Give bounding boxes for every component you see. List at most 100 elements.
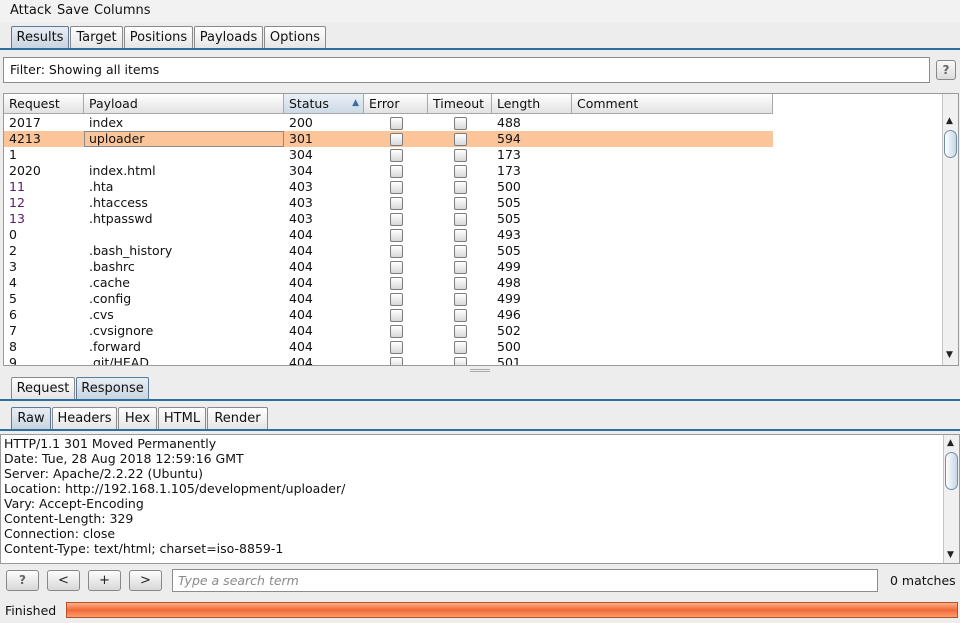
- table-scrollbar[interactable]: ▲ ▼: [942, 94, 958, 365]
- error-checkbox: [390, 213, 403, 226]
- table-scroll-thumb[interactable]: [944, 130, 957, 158]
- cell-request: 4213: [9, 131, 41, 146]
- cell-status: 301: [289, 131, 313, 146]
- response-line: Location: http://192.168.1.105/developme…: [4, 481, 346, 496]
- cell-payload: .bash_history: [89, 243, 173, 258]
- scroll-down-icon[interactable]: ▼: [946, 350, 953, 360]
- column-header-request[interactable]: Request: [4, 94, 84, 114]
- tab-payloads[interactable]: Payloads: [194, 26, 263, 49]
- cell-payload: index.html: [89, 163, 156, 178]
- error-checkbox: [390, 261, 403, 274]
- timeout-checkbox: [454, 213, 467, 226]
- error-checkbox: [390, 117, 403, 130]
- tab-results[interactable]: Results: [11, 26, 69, 49]
- table-row[interactable]: 13 .htpasswd 403 505: [4, 211, 773, 227]
- cell-payload: index: [89, 115, 124, 130]
- cell-status: 403: [289, 195, 313, 210]
- timeout-checkbox: [454, 181, 467, 194]
- add-search-button[interactable]: +: [88, 570, 121, 591]
- table-row[interactable]: 4213 uploader 301 594: [4, 131, 773, 147]
- filter-help-button[interactable]: ?: [936, 60, 956, 80]
- menu-attack[interactable]: Attack: [10, 3, 52, 18]
- response-scroll-thumb[interactable]: [945, 452, 958, 490]
- table-row[interactable]: 0 404 493: [4, 227, 773, 243]
- table-row[interactable]: 2017 index 200 488: [4, 115, 773, 131]
- tab-response[interactable]: Response: [76, 377, 149, 400]
- timeout-checkbox: [454, 133, 467, 146]
- column-header-error[interactable]: Error: [364, 94, 428, 114]
- status-text: Finished: [5, 603, 57, 618]
- tab-raw[interactable]: Raw: [11, 407, 51, 430]
- table-row[interactable]: 8 .forward 404 500: [4, 339, 773, 355]
- timeout-checkbox: [454, 117, 467, 130]
- tab-hex[interactable]: Hex: [118, 407, 157, 430]
- cell-request: 13: [9, 211, 25, 226]
- table-row[interactable]: 2020 index.html 304 173: [4, 163, 773, 179]
- pane-splitter[interactable]: [0, 367, 960, 373]
- menu-columns[interactable]: Columns: [94, 3, 151, 18]
- table-row[interactable]: 2 .bash_history 404 505: [4, 243, 773, 259]
- cell-length: 493: [497, 227, 521, 242]
- column-header-length[interactable]: Length: [492, 94, 572, 114]
- column-header-timeout[interactable]: Timeout: [428, 94, 492, 114]
- menu-save[interactable]: Save: [57, 3, 89, 18]
- progress-fill: [67, 603, 957, 617]
- tab-headers[interactable]: Headers: [52, 407, 117, 430]
- previous-match-button[interactable]: <: [47, 570, 80, 591]
- response-scroll-up-icon[interactable]: ▲: [947, 438, 954, 448]
- response-scrollbar[interactable]: ▲ ▼: [943, 435, 959, 563]
- cell-length: 173: [497, 147, 521, 162]
- cell-request: 1: [9, 147, 17, 162]
- tab-target[interactable]: Target: [70, 26, 123, 49]
- cell-request: 5: [9, 291, 17, 306]
- table-row[interactable]: 11 .hta 403 500: [4, 179, 773, 195]
- table-row[interactable]: 5 .config 404 499: [4, 291, 773, 307]
- cell-request: 3: [9, 259, 17, 274]
- table-row[interactable]: 9 .git/HEAD 404 501: [4, 355, 773, 365]
- tab-request[interactable]: Request: [11, 377, 75, 400]
- timeout-checkbox: [454, 165, 467, 178]
- search-input[interactable]: Type a search term: [172, 569, 878, 592]
- cell-length: 505: [497, 243, 521, 258]
- splitter-grip-icon[interactable]: [470, 369, 490, 372]
- response-text-area[interactable]: HTTP/1.1 301 Moved Permanently Date: Tue,…: [0, 434, 960, 564]
- filter-bar[interactable]: Filter: Showing all items: [3, 57, 930, 83]
- tab-options[interactable]: Options: [264, 26, 326, 49]
- cell-payload: .cache: [89, 275, 130, 290]
- error-checkbox: [390, 277, 403, 290]
- error-checkbox: [390, 245, 403, 258]
- cell-payload: [84, 227, 284, 243]
- cell-status: 403: [289, 211, 313, 226]
- cell-status: 304: [289, 147, 313, 162]
- cell-length: 505: [497, 211, 521, 226]
- tab-positions[interactable]: Positions: [124, 26, 193, 49]
- cell-payload: .cvsignore: [89, 323, 154, 338]
- table-row[interactable]: 7 .cvsignore 404 502: [4, 323, 773, 339]
- tab-render[interactable]: Render: [207, 407, 268, 430]
- table-row[interactable]: 4 .cache 404 498: [4, 275, 773, 291]
- timeout-checkbox: [454, 341, 467, 354]
- progress-bar: [66, 602, 958, 618]
- tab-html[interactable]: HTML: [158, 407, 206, 430]
- search-help-button[interactable]: ?: [6, 570, 39, 591]
- error-checkbox: [390, 229, 403, 242]
- cell-length: 505: [497, 195, 521, 210]
- cell-request: 0: [9, 227, 17, 242]
- cell-length: 502: [497, 323, 521, 338]
- next-match-button[interactable]: >: [129, 570, 162, 591]
- scroll-up-icon[interactable]: ▲: [946, 116, 953, 126]
- error-checkbox: [390, 309, 403, 322]
- table-row[interactable]: 3 .bashrc 404 499: [4, 259, 773, 275]
- error-checkbox: [390, 341, 403, 354]
- table-row[interactable]: 1 304 173: [4, 147, 773, 163]
- column-header-status[interactable]: Status ▲: [284, 94, 364, 114]
- response-scroll-down-icon[interactable]: ▼: [947, 550, 954, 560]
- timeout-checkbox: [454, 261, 467, 274]
- cell-status: 404: [289, 243, 313, 258]
- table-row[interactable]: 6 .cvs 404 496: [4, 307, 773, 323]
- column-header-payload[interactable]: Payload: [84, 94, 284, 114]
- cell-payload: .forward: [89, 339, 141, 354]
- table-row[interactable]: 12 .htaccess 403 505: [4, 195, 773, 211]
- view-tab-strip: Raw Headers Hex HTML Render: [0, 405, 960, 431]
- column-header-comment[interactable]: Comment: [572, 94, 773, 114]
